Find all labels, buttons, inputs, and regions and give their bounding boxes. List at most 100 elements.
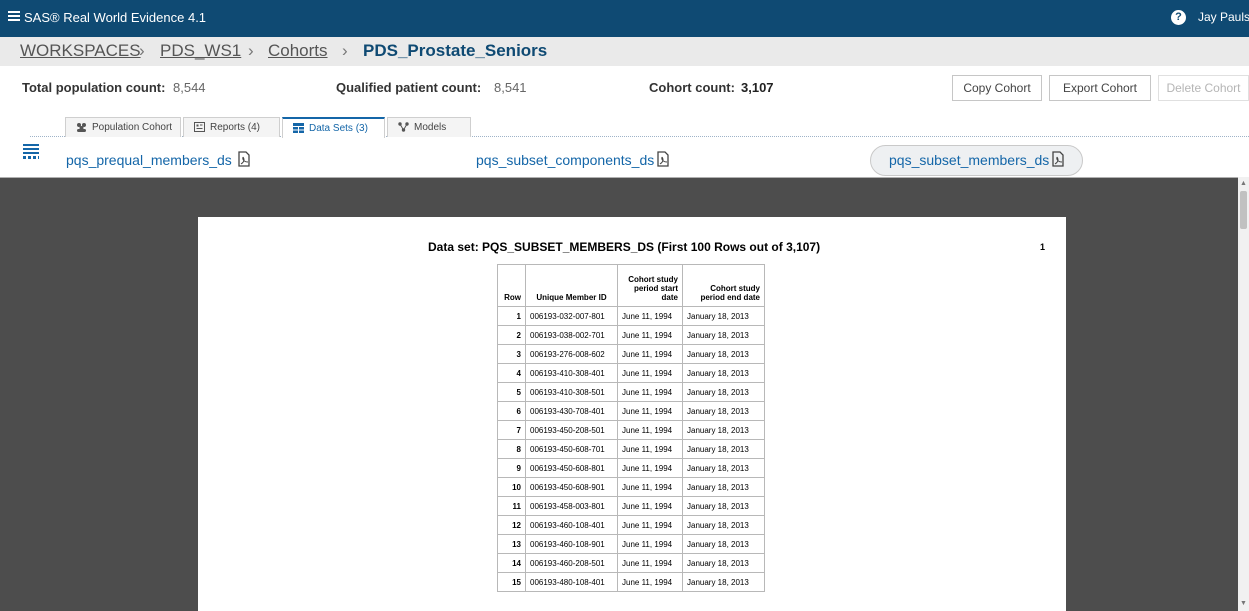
row-number-cell: 8 <box>497 439 526 459</box>
end-date-cell: January 18, 2013 <box>682 553 765 573</box>
start-date-cell: June 11, 1994 <box>617 477 683 497</box>
scrollbar-thumb[interactable] <box>1240 191 1247 229</box>
row-number-cell: 9 <box>497 458 526 478</box>
dataset-link-subset-members[interactable]: pqs_subset_members_ds <box>889 152 1049 168</box>
start-date-cell: June 11, 1994 <box>617 553 683 573</box>
start-date-cell: June 11, 1994 <box>617 363 683 383</box>
table-header-row: Row Unique Member ID Cohort study period… <box>497 264 765 307</box>
member-id-cell: 006193-450-608-801 <box>525 458 618 478</box>
table-row: 10 006193-450-608-901 June 11, 1994 January… <box>497 477 765 497</box>
pdf-icon[interactable] <box>657 151 669 167</box>
end-date-cell: January 18, 2013 <box>682 382 765 402</box>
start-date-cell: June 11, 1994 <box>617 534 683 554</box>
end-date-cell: January 18, 2013 <box>682 306 765 326</box>
column-header-member-id: Unique Member ID <box>525 264 618 307</box>
user-name[interactable]: Jay Paulso <box>1198 10 1249 24</box>
column-header-end-date: Cohort study period end date <box>682 264 765 307</box>
delete-cohort-button[interactable]: Delete Cohort <box>1158 75 1249 101</box>
row-number-cell: 15 <box>497 572 526 592</box>
end-date-cell: January 18, 2013 <box>682 439 765 459</box>
member-id-cell: 006193-276-008-602 <box>525 344 618 364</box>
row-number-cell: 7 <box>497 420 526 440</box>
dataset-icon <box>293 123 304 133</box>
tab-reports[interactable]: Reports (4) <box>183 117 280 137</box>
end-date-cell: January 18, 2013 <box>682 477 765 497</box>
qualified-patient-label: Qualified patient count: <box>336 80 482 95</box>
dataset-table: Row Unique Member ID Cohort study period… <box>497 264 765 592</box>
breadcrumb-current: PDS_Prostate_Seniors <box>363 41 548 60</box>
table-row: 8 006193-450-608-701 June 11, 1994 January … <box>497 439 765 459</box>
member-id-cell: 006193-460-108-401 <box>525 515 618 535</box>
cohort-count-value: 3,107 <box>741 80 774 95</box>
end-date-cell: January 18, 2013 <box>682 401 765 421</box>
start-date-cell: June 11, 1994 <box>617 458 683 478</box>
table-row: 1 006193-032-007-801 June 11, 1994 January … <box>497 306 765 326</box>
list-view-icon[interactable] <box>23 144 39 160</box>
pdf-icon[interactable] <box>1052 151 1064 167</box>
page-number: 1 <box>1040 242 1046 252</box>
people-icon <box>77 123 86 132</box>
table-row: 11 006193-458-003-801 June 11, 1994 January… <box>497 496 765 516</box>
end-date-cell: January 18, 2013 <box>682 344 765 364</box>
member-id-cell: 006193-450-208-501 <box>525 420 618 440</box>
column-header-row: Row <box>497 264 526 307</box>
end-date-cell: January 18, 2013 <box>682 496 765 516</box>
table-body: 1 006193-032-007-801 June 11, 1994 January … <box>497 306 765 592</box>
start-date-cell: June 11, 1994 <box>617 496 683 516</box>
row-number-cell: 3 <box>497 344 526 364</box>
row-number-cell: 5 <box>497 382 526 402</box>
member-id-cell: 006193-460-108-901 <box>525 534 618 554</box>
start-date-cell: June 11, 1994 <box>617 325 683 345</box>
tab-models[interactable]: Models <box>387 117 471 137</box>
table-row: 9 006193-450-608-801 June 11, 1994 January … <box>497 458 765 478</box>
copy-cohort-button[interactable]: Copy Cohort <box>952 75 1042 101</box>
tab-label: Population Cohort <box>92 122 173 133</box>
member-id-cell: 006193-430-708-401 <box>525 401 618 421</box>
row-number-cell: 2 <box>497 325 526 345</box>
member-id-cell: 006193-458-003-801 <box>525 496 618 516</box>
breadcrumb-workspace[interactable]: PDS_WS1 <box>160 41 241 61</box>
pdf-icon[interactable] <box>238 151 250 167</box>
row-number-cell: 10 <box>497 477 526 497</box>
breadcrumb-separator: › <box>248 41 254 60</box>
cohort-count-label: Cohort count: <box>649 80 735 95</box>
app-title: SAS® Real World Evidence 4.1 <box>24 10 207 25</box>
breadcrumb-workspaces[interactable]: WORKSPACES <box>20 41 141 61</box>
dataset-link-prequal-members[interactable]: pqs_prequal_members_ds <box>66 152 232 168</box>
start-date-cell: June 11, 1994 <box>617 572 683 592</box>
tab-data-sets[interactable]: Data Sets (3) <box>282 117 385 138</box>
tab-label: Models <box>414 122 447 133</box>
tab-label: Data Sets (3) <box>309 123 368 134</box>
end-date-cell: January 18, 2013 <box>682 420 765 440</box>
dataset-link-subset-components[interactable]: pqs_subset_components_ds <box>476 152 654 168</box>
table-row: 7 006193-450-208-501 June 11, 1994 January … <box>497 420 765 440</box>
export-cohort-button[interactable]: Export Cohort <box>1049 75 1151 101</box>
member-id-cell: 006193-460-208-501 <box>525 553 618 573</box>
table-row: 3 006193-276-008-602 June 11, 1994 January … <box>497 344 765 364</box>
breadcrumb-separator: › <box>139 41 145 60</box>
scroll-down-icon[interactable]: ▼ <box>1240 600 1247 607</box>
start-date-cell: June 11, 1994 <box>617 344 683 364</box>
table-row: 14 006193-460-208-501 June 11, 1994 January… <box>497 553 765 573</box>
viewer-scrollbar[interactable] <box>1238 177 1249 611</box>
total-population-value: 8,544 <box>173 80 206 95</box>
start-date-cell: June 11, 1994 <box>617 306 683 326</box>
tab-label: Reports (4) <box>210 122 261 133</box>
breadcrumb-separator: › <box>342 41 348 60</box>
start-date-cell: June 11, 1994 <box>617 401 683 421</box>
tab-population-cohort[interactable]: Population Cohort <box>65 117 181 137</box>
row-number-cell: 1 <box>497 306 526 326</box>
row-number-cell: 6 <box>497 401 526 421</box>
start-date-cell: June 11, 1994 <box>617 439 683 459</box>
column-header-start-date: Cohort study period start date <box>617 264 683 307</box>
member-id-cell: 006193-038-002-701 <box>525 325 618 345</box>
row-number-cell: 13 <box>497 534 526 554</box>
end-date-cell: January 18, 2013 <box>682 363 765 383</box>
table-row: 12 006193-460-108-401 June 11, 1994 January… <box>497 515 765 535</box>
hamburger-menu-icon[interactable] <box>8 11 20 21</box>
start-date-cell: June 11, 1994 <box>617 515 683 535</box>
scroll-up-icon[interactable]: ▲ <box>1240 180 1247 187</box>
report-icon <box>194 122 205 132</box>
breadcrumb-cohorts[interactable]: Cohorts <box>268 41 328 61</box>
help-icon[interactable]: ? <box>1171 10 1186 25</box>
